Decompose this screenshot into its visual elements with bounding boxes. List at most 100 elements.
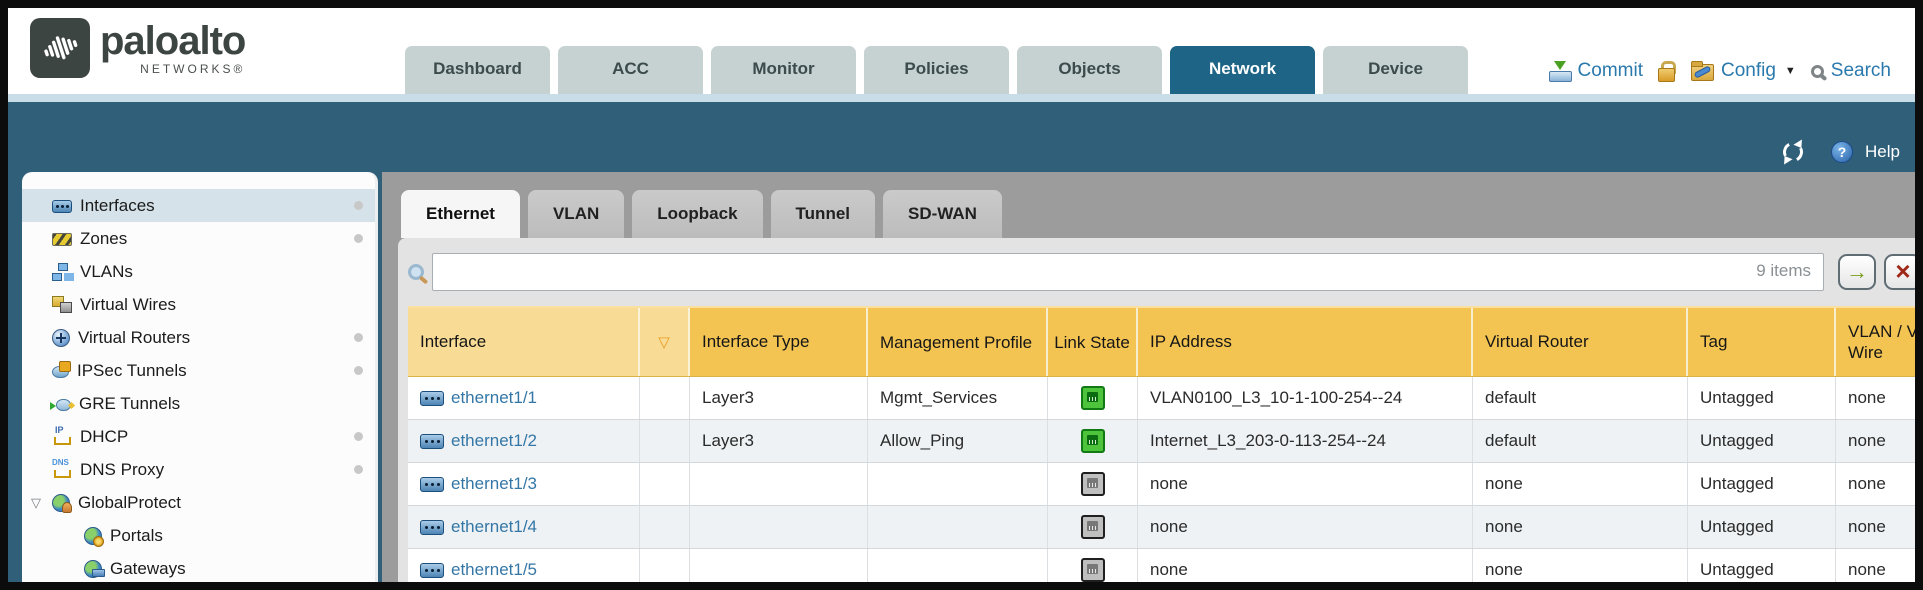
tab-acc[interactable]: ACC xyxy=(558,46,703,94)
link-state-down-icon xyxy=(1081,515,1105,539)
table-row[interactable]: ethernet1/5 none none Untagged none xyxy=(408,549,1915,582)
sidebar-item-dns-proxy[interactable]: DNS Proxy xyxy=(22,453,375,486)
virtual-routers-icon xyxy=(52,329,70,347)
table-row[interactable]: ethernet1/1 Layer3 Mgmt_Services VLAN010… xyxy=(408,377,1915,420)
commit-button[interactable]: Commit xyxy=(1549,60,1643,82)
main-nav-tabs: Dashboard ACC Monitor Policies Objects N… xyxy=(405,46,1468,94)
sidebar-item-virtual-wires[interactable]: Virtual Wires xyxy=(22,288,375,321)
ethernet-interface-icon xyxy=(420,391,444,406)
commit-icon xyxy=(1549,61,1571,82)
sidebar-item-gre-tunnels[interactable]: GRE Tunnels xyxy=(22,387,375,420)
tab-tunnel[interactable]: Tunnel xyxy=(771,190,875,238)
help-label[interactable]: Help xyxy=(1865,142,1900,162)
clear-filter-button[interactable]: × xyxy=(1884,254,1915,290)
tab-dashboard[interactable]: Dashboard xyxy=(405,46,550,94)
table-row[interactable]: ethernet1/4 none none Untagged none xyxy=(408,506,1915,549)
dhcp-icon xyxy=(52,428,72,445)
config-menu-button[interactable]: Config ▼ xyxy=(1691,60,1796,82)
interface-sort-dropdown[interactable]: ▽ xyxy=(640,308,690,376)
sidebar-item-zones[interactable]: Zones xyxy=(22,222,375,255)
filter-search-icon xyxy=(408,264,424,280)
tab-objects[interactable]: Objects xyxy=(1017,46,1162,94)
column-tag[interactable]: Tag xyxy=(1688,308,1836,376)
filter-bar: 9 items → × xyxy=(408,253,1915,291)
column-virtual-router[interactable]: Virtual Router xyxy=(1473,308,1688,376)
help-icon[interactable] xyxy=(1831,141,1853,163)
tab-loopback[interactable]: Loopback xyxy=(632,190,762,238)
tab-vlan[interactable]: VLAN xyxy=(528,190,624,238)
link-state-down-icon xyxy=(1081,472,1105,496)
tab-policies[interactable]: Policies xyxy=(864,46,1009,94)
interface-link[interactable]: ethernet1/2 xyxy=(451,431,537,451)
interfaces-table: Interface ▽ Interface Type Management Pr… xyxy=(408,306,1915,582)
config-label: Config xyxy=(1721,60,1776,82)
table-header: Interface ▽ Interface Type Management Pr… xyxy=(408,306,1915,377)
tab-network[interactable]: Network xyxy=(1170,46,1315,94)
table-row[interactable]: ethernet1/3 none none Untagged none xyxy=(408,463,1915,506)
refresh-icon[interactable] xyxy=(1780,139,1805,164)
dns-proxy-icon xyxy=(52,461,72,478)
column-interface[interactable]: Interface xyxy=(408,308,640,376)
sidebar-item-dhcp[interactable]: DHCP xyxy=(22,420,375,453)
app-window: paloalto NETWORKS® Dashboard ACC Monitor… xyxy=(0,0,1923,590)
tab-device[interactable]: Device xyxy=(1323,46,1468,94)
top-header: paloalto NETWORKS® Dashboard ACC Monitor… xyxy=(8,8,1915,94)
sidebar-item-interfaces[interactable]: Interfaces xyxy=(22,189,375,222)
clear-x-icon: × xyxy=(1895,258,1910,284)
status-dot xyxy=(354,465,363,474)
globalprotect-icon xyxy=(52,494,70,512)
ethernet-interface-icon xyxy=(420,434,444,449)
sidebar-item-globalprotect[interactable]: ▽ GlobalProtect xyxy=(22,486,375,519)
interface-link[interactable]: ethernet1/5 xyxy=(451,560,537,580)
ethernet-interface-icon xyxy=(420,563,444,578)
search-label: Search xyxy=(1831,60,1891,82)
column-interface-type[interactable]: Interface Type xyxy=(690,308,868,376)
context-band: Help xyxy=(8,102,1915,172)
expand-caret-icon[interactable]: ▽ xyxy=(31,495,52,511)
sort-arrow-icon: ▽ xyxy=(658,333,670,351)
tab-ethernet[interactable]: Ethernet xyxy=(401,190,520,238)
config-icon xyxy=(1691,64,1714,81)
filter-input[interactable] xyxy=(432,253,1824,291)
apply-filter-button[interactable]: → xyxy=(1838,254,1876,290)
items-count-badge: 9 items xyxy=(1756,261,1811,281)
tab-sdwan[interactable]: SD-WAN xyxy=(883,190,1002,238)
search-icon xyxy=(1811,65,1824,78)
chevron-down-icon: ▼ xyxy=(1785,65,1796,77)
vlans-icon xyxy=(52,263,72,280)
tab-monitor[interactable]: Monitor xyxy=(711,46,856,94)
ethernet-panel: 9 items → × Interface ▽ Interface Type xyxy=(398,238,1915,582)
header-divider xyxy=(8,94,1915,102)
status-dot xyxy=(354,234,363,243)
green-arrow-icon: → xyxy=(1846,261,1868,283)
main-content: Ethernet VLAN Loopback Tunnel SD-WAN 9 i… xyxy=(382,172,1915,582)
paloalto-logo: paloalto NETWORKS® xyxy=(30,18,245,78)
sidebar-item-portals[interactable]: Portals xyxy=(22,519,375,552)
interface-link[interactable]: ethernet1/1 xyxy=(451,388,537,408)
column-link-state[interactable]: Link State xyxy=(1048,308,1138,376)
link-state-down-icon xyxy=(1081,558,1105,582)
column-vlan-virtual-wire[interactable]: VLAN / Virtual Wire xyxy=(1836,308,1915,376)
link-state-up-icon xyxy=(1081,429,1105,453)
interfaces-icon xyxy=(52,200,72,213)
ethernet-interface-icon xyxy=(420,520,444,535)
sidebar-item-gateways[interactable]: Gateways xyxy=(22,552,375,585)
ipsec-tunnels-icon xyxy=(52,366,69,378)
interface-link[interactable]: ethernet1/4 xyxy=(451,517,537,537)
sidebar-item-virtual-routers[interactable]: Virtual Routers xyxy=(22,321,375,354)
header-actions: Commit Config ▼ Search xyxy=(1549,52,1891,90)
unlock-icon[interactable] xyxy=(1658,61,1676,82)
interface-type-tabs: Ethernet VLAN Loopback Tunnel SD-WAN xyxy=(401,190,1002,238)
paloalto-logo-icon xyxy=(30,18,90,78)
column-ip-address[interactable]: IP Address xyxy=(1138,308,1473,376)
portals-icon xyxy=(84,527,102,545)
search-button[interactable]: Search xyxy=(1811,60,1891,82)
status-dot xyxy=(354,432,363,441)
status-dot xyxy=(354,366,363,375)
column-management-profile[interactable]: Management Profile xyxy=(868,308,1048,376)
virtual-wires-icon xyxy=(52,296,72,313)
sidebar-item-ipsec-tunnels[interactable]: IPSec Tunnels xyxy=(22,354,375,387)
sidebar-item-vlans[interactable]: VLANs xyxy=(22,255,375,288)
interface-link[interactable]: ethernet1/3 xyxy=(451,474,537,494)
table-row[interactable]: ethernet1/2 Layer3 Allow_Ping Internet_L… xyxy=(408,420,1915,463)
